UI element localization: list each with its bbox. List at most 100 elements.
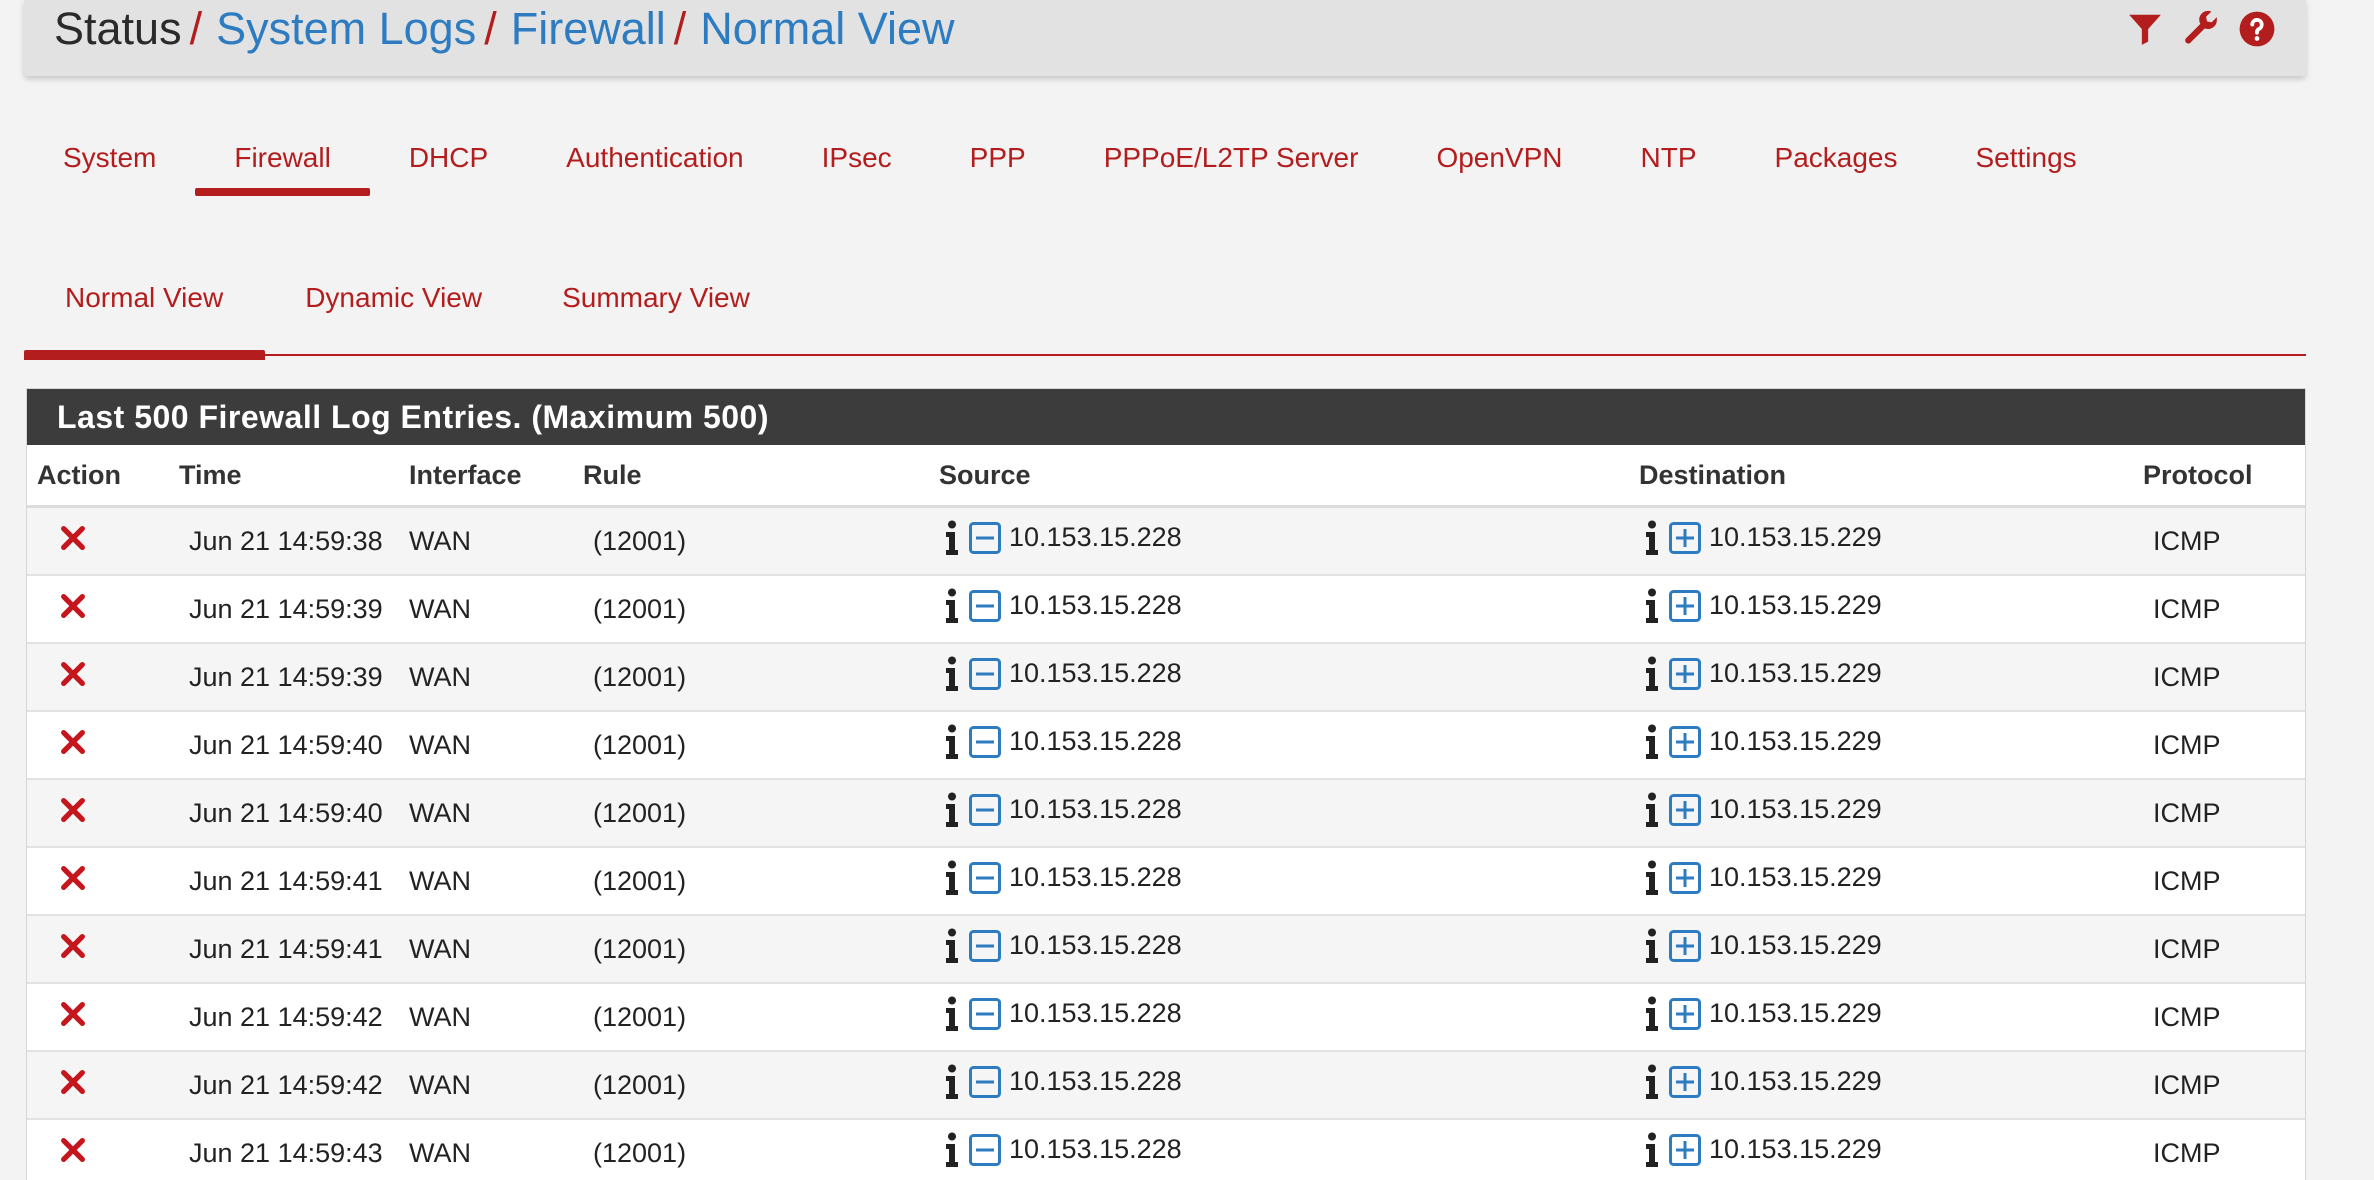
destination-info-icon[interactable]: [1645, 792, 1659, 828]
tab-packages[interactable]: Packages: [1736, 128, 1937, 192]
rule-cell[interactable]: (12001): [573, 779, 929, 848]
destination-info-icon[interactable]: [1645, 1132, 1659, 1168]
protocol-cell: ICMP: [2133, 1051, 2305, 1120]
tab-openvpn[interactable]: OpenVPN: [1397, 128, 1601, 192]
rule-cell[interactable]: (12001): [573, 915, 929, 984]
source-cell: 10.153.15.228: [929, 915, 1629, 984]
column-header-protocol[interactable]: Protocol: [2133, 445, 2305, 508]
source-block-minus-icon[interactable]: [969, 1065, 1001, 1098]
source-block-minus-icon[interactable]: [969, 521, 1001, 554]
destination-pass-plus-icon[interactable]: [1669, 725, 1701, 758]
source-info-icon[interactable]: [945, 860, 959, 896]
block-icon[interactable]: [59, 1136, 87, 1164]
block-icon[interactable]: [59, 796, 87, 824]
breadcrumb-normal-view[interactable]: Normal View: [700, 3, 954, 55]
block-icon[interactable]: [59, 728, 87, 756]
destination-pass-plus-icon[interactable]: [1669, 1133, 1701, 1166]
source-info-icon[interactable]: [945, 1064, 959, 1100]
table-row: Jun 21 14:59:42 WAN (12001) 10.153.15.228 10…: [27, 983, 2305, 1052]
table-row: Jun 21 14:59:41 WAN (12001) 10.153.15.228 10…: [27, 915, 2305, 984]
destination-pass-plus-icon[interactable]: [1669, 861, 1701, 894]
source-block-minus-icon[interactable]: [969, 929, 1001, 962]
destination-info-icon[interactable]: [1645, 996, 1659, 1032]
source-info-icon[interactable]: [945, 520, 959, 556]
source-info-icon[interactable]: [945, 792, 959, 828]
source-block-minus-icon[interactable]: [969, 793, 1001, 826]
time-cell: Jun 21 14:59:39: [169, 643, 399, 712]
column-header-destination[interactable]: Destination: [1629, 445, 2133, 508]
source-block-minus-icon[interactable]: [969, 1133, 1001, 1166]
tab-firewall[interactable]: Firewall: [195, 128, 371, 196]
breadcrumb-system-logs[interactable]: System Logs: [216, 3, 476, 55]
destination-pass-plus-icon[interactable]: [1669, 793, 1701, 826]
tab-authentication[interactable]: Authentication: [527, 128, 782, 192]
source-info-icon[interactable]: [945, 724, 959, 760]
block-icon[interactable]: [59, 864, 87, 892]
block-icon[interactable]: [59, 1068, 87, 1096]
protocol-cell: ICMP: [2133, 506, 2305, 576]
rule-cell[interactable]: (12001): [573, 506, 929, 576]
source-block-minus-icon[interactable]: [969, 589, 1001, 622]
tab-ntp[interactable]: NTP: [1602, 128, 1736, 192]
rule-cell[interactable]: (12001): [573, 711, 929, 780]
rule-cell[interactable]: (12001): [573, 643, 929, 712]
source-block-minus-icon[interactable]: [969, 997, 1001, 1030]
tab-dhcp[interactable]: DHCP: [370, 128, 527, 192]
filter-icon[interactable]: [2124, 8, 2166, 50]
tab-summary-view[interactable]: Summary View: [522, 268, 790, 354]
source-block-minus-icon[interactable]: [969, 725, 1001, 758]
source-address: 10.153.15.228: [1009, 1066, 1182, 1096]
source-info-icon[interactable]: [945, 1132, 959, 1168]
tab-pppoe-l2tp-server[interactable]: PPPoE/L2TP Server: [1065, 128, 1398, 192]
block-icon[interactable]: [59, 592, 87, 620]
source-block-minus-icon[interactable]: [969, 657, 1001, 690]
source-info-icon[interactable]: [945, 656, 959, 692]
destination-info-icon[interactable]: [1645, 520, 1659, 556]
column-header-rule[interactable]: Rule: [573, 445, 929, 508]
tab-dynamic-view[interactable]: Dynamic View: [265, 268, 522, 354]
destination-cell: 10.153.15.229: [1629, 847, 2133, 916]
rule-cell[interactable]: (12001): [573, 1119, 929, 1180]
destination-info-icon[interactable]: [1645, 588, 1659, 624]
destination-pass-plus-icon[interactable]: [1669, 521, 1701, 554]
help-icon[interactable]: [2236, 8, 2278, 50]
column-header-interface[interactable]: Interface: [399, 445, 573, 508]
destination-address: 10.153.15.229: [1709, 930, 1882, 960]
column-header-time[interactable]: Time: [169, 445, 399, 508]
destination-pass-plus-icon[interactable]: [1669, 1065, 1701, 1098]
destination-info-icon[interactable]: [1645, 928, 1659, 964]
destination-info-icon[interactable]: [1645, 860, 1659, 896]
breadcrumb-firewall[interactable]: Firewall: [511, 3, 666, 55]
tab-system[interactable]: System: [24, 128, 195, 192]
rule-cell[interactable]: (12001): [573, 575, 929, 644]
wrench-icon[interactable]: [2180, 8, 2222, 50]
tab-ipsec[interactable]: IPsec: [783, 128, 931, 192]
source-block-minus-icon[interactable]: [969, 861, 1001, 894]
tab-ppp[interactable]: PPP: [931, 128, 1065, 192]
source-info-icon[interactable]: [945, 996, 959, 1032]
block-icon[interactable]: [59, 932, 87, 960]
rule-cell[interactable]: (12001): [573, 847, 929, 916]
destination-info-icon[interactable]: [1645, 656, 1659, 692]
destination-pass-plus-icon[interactable]: [1669, 929, 1701, 962]
block-icon[interactable]: [59, 524, 87, 552]
source-info-icon[interactable]: [945, 928, 959, 964]
firewall-log-table: Action Time Interface Rule Source Destin…: [27, 445, 2305, 1180]
destination-info-icon[interactable]: [1645, 1064, 1659, 1100]
rule-cell[interactable]: (12001): [573, 983, 929, 1052]
destination-pass-plus-icon[interactable]: [1669, 657, 1701, 690]
block-icon[interactable]: [59, 660, 87, 688]
destination-pass-plus-icon[interactable]: [1669, 589, 1701, 622]
rule-cell[interactable]: (12001): [573, 1051, 929, 1120]
block-icon[interactable]: [59, 1000, 87, 1028]
tab-settings[interactable]: Settings: [1936, 128, 2115, 192]
column-header-action[interactable]: Action: [27, 445, 169, 508]
destination-info-icon[interactable]: [1645, 724, 1659, 760]
source-info-icon[interactable]: [945, 588, 959, 624]
action-cell: [27, 575, 169, 644]
tab-normal-view[interactable]: Normal View: [24, 268, 266, 360]
column-header-source[interactable]: Source: [929, 445, 1629, 508]
action-cell: [27, 779, 169, 848]
time-cell: Jun 21 14:59:38: [169, 506, 399, 576]
destination-pass-plus-icon[interactable]: [1669, 997, 1701, 1030]
